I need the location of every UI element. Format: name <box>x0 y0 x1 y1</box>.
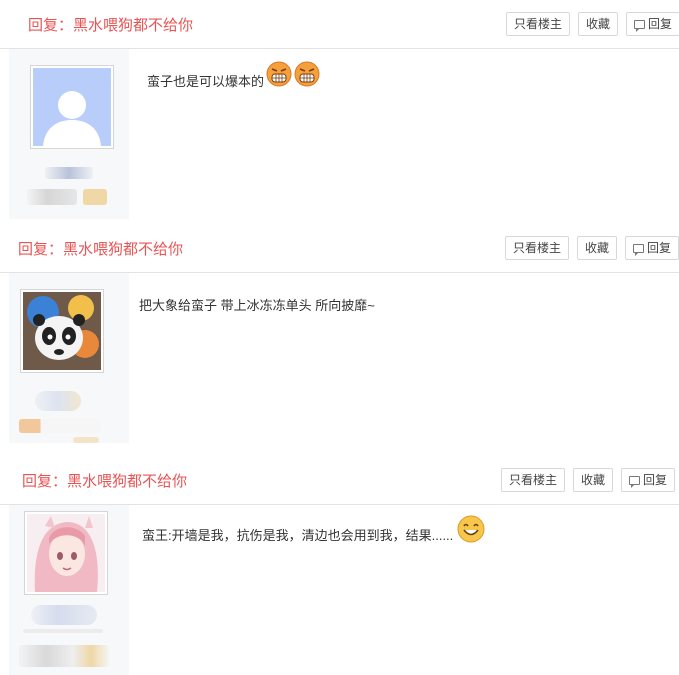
only-op-label: 只看楼主 <box>509 473 558 487</box>
reply-label: 回复 <box>648 17 673 31</box>
reply-icon <box>629 475 641 488</box>
reply-button[interactable]: 回复 <box>621 468 676 492</box>
favorite-label: 收藏 <box>586 17 611 31</box>
user-level-blurred <box>19 419 101 433</box>
user-level-blurred <box>23 629 103 633</box>
post-body: 把大象给蛮子 带上冰冻冻单头 所向披靡~ <box>0 273 679 443</box>
post-title[interactable]: 回复：黑水喂狗都不给你 <box>28 14 193 35</box>
user-sidebar <box>9 49 129 219</box>
angry-face-icon <box>266 61 292 86</box>
only-op-button[interactable]: 只看楼主 <box>506 12 571 36</box>
grin-face-icon <box>457 515 485 542</box>
user-badge-blurred <box>19 645 109 667</box>
post-text: 蛮子也是可以爆本的 <box>147 74 265 89</box>
post-1: 回复：黑水喂狗都不给你 只看楼主 收藏 回复 蛮子也是可以爆本的 <box>0 4 679 219</box>
post-3: 回复：黑水喂狗都不给你 只看楼主 收藏 回复 蛮王:开墙是我，抗伤是我，清边也会… <box>0 460 679 675</box>
post-body: 蛮子也是可以爆本的 <box>0 49 679 219</box>
favorite-button[interactable]: 收藏 <box>573 468 614 492</box>
only-op-button[interactable]: 只看楼主 <box>505 236 570 260</box>
user-sidebar <box>9 273 129 443</box>
angry-face-icon <box>294 61 320 86</box>
reply-label: 回复 <box>647 241 672 255</box>
reply-button[interactable]: 回复 <box>626 12 679 36</box>
post-title[interactable]: 回复：黑水喂狗都不给你 <box>22 470 187 491</box>
only-op-button[interactable]: 只看楼主 <box>501 468 566 492</box>
only-op-label: 只看楼主 <box>513 241 562 255</box>
favorite-label: 收藏 <box>585 241 610 255</box>
user-badge-blurred <box>83 189 107 205</box>
favorite-button[interactable]: 收藏 <box>578 12 619 36</box>
favorite-label: 收藏 <box>581 473 606 487</box>
favorite-button[interactable]: 收藏 <box>577 236 618 260</box>
post-title[interactable]: 回复：黑水喂狗都不给你 <box>18 238 183 259</box>
anime-girl-avatar-icon <box>27 514 105 592</box>
post-body: 蛮王:开墙是我，抗伤是我，清边也会用到我，结果...... <box>0 505 679 675</box>
post-text: 蛮王:开墙是我，抗伤是我，清边也会用到我，结果...... <box>142 528 454 543</box>
avatar[interactable] <box>30 65 114 149</box>
user-sidebar <box>9 505 129 675</box>
default-avatar-icon <box>33 68 111 146</box>
post-actions: 只看楼主 收藏 回复 <box>501 468 676 492</box>
post-header: 回复：黑水喂狗都不给你 只看楼主 收藏 回复 <box>0 228 679 273</box>
post-content: 把大象给蛮子 带上冰冻冻单头 所向披靡~ <box>139 295 375 314</box>
username-blurred[interactable] <box>45 167 93 179</box>
avatar[interactable] <box>24 511 108 595</box>
panda-avatar-icon <box>23 292 101 370</box>
post-actions: 只看楼主 收藏 回复 <box>506 12 679 36</box>
username-blurred[interactable] <box>35 391 81 411</box>
post-actions: 只看楼主 收藏 回复 <box>505 236 679 260</box>
user-level-blurred <box>27 189 77 205</box>
user-badge-blurred <box>73 437 99 443</box>
post-text: 把大象给蛮子 带上冰冻冻单头 所向披靡~ <box>139 298 375 313</box>
reply-label: 回复 <box>643 473 668 487</box>
avatar[interactable] <box>20 289 104 373</box>
reply-button[interactable]: 回复 <box>625 236 679 260</box>
post-header: 回复：黑水喂狗都不给你 只看楼主 收藏 回复 <box>0 4 679 49</box>
post-content: 蛮王:开墙是我，抗伤是我，清边也会用到我，结果...... <box>142 515 485 544</box>
reply-icon <box>633 243 645 256</box>
post-content: 蛮子也是可以爆本的 <box>147 61 320 90</box>
username-blurred[interactable] <box>31 605 97 625</box>
post-header: 回复：黑水喂狗都不给你 只看楼主 收藏 回复 <box>0 460 679 505</box>
only-op-label: 只看楼主 <box>514 17 563 31</box>
post-2: 回复：黑水喂狗都不给你 只看楼主 收藏 回复 把大象给蛮子 带上冰冻冻单头 所向… <box>0 228 679 443</box>
reply-icon <box>634 19 646 32</box>
